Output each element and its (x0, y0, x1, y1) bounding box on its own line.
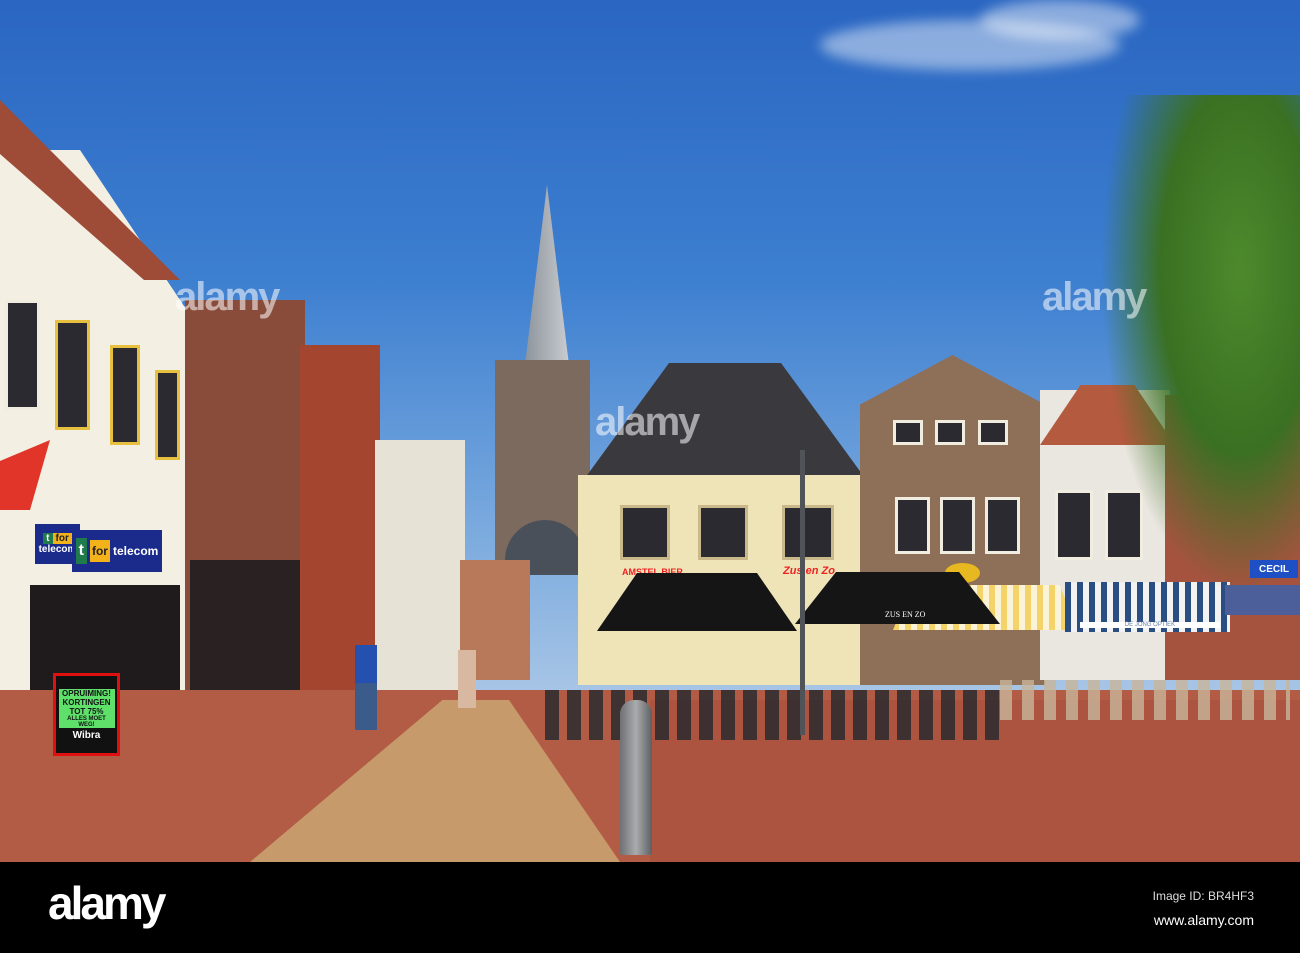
image-id: Image ID: BR4HF3 (1152, 889, 1254, 903)
window (935, 420, 965, 445)
optiek-sign: DE JONG OPTIEK (1080, 622, 1220, 628)
window (985, 497, 1020, 554)
window (55, 320, 90, 430)
sign-text: for (52, 533, 72, 544)
sign-text: telecom (38, 544, 77, 555)
cloud (980, 0, 1140, 40)
pedestrian (355, 645, 377, 730)
tree (1100, 95, 1300, 595)
window (1055, 490, 1093, 560)
sale-text: KORTINGEN (58, 697, 115, 707)
window (895, 497, 930, 554)
watermark: alamy (175, 275, 280, 319)
window (155, 370, 180, 460)
window (940, 497, 975, 554)
window (893, 420, 923, 445)
sign-text: for (89, 540, 110, 562)
window (978, 420, 1008, 445)
sign-text: telecom (112, 544, 159, 558)
terrace-chairs (545, 690, 1005, 740)
sale-text: TOT 75% (58, 706, 115, 716)
footer-bar: alamy Image ID: BR4HF3 www.alamy.com (0, 862, 1300, 953)
terrace-chairs-light (1000, 680, 1290, 720)
window (698, 505, 748, 560)
sign-text: t (75, 538, 87, 564)
zus-en-zo-sign: Zus en Zo (783, 565, 835, 577)
sale-text: OPRUIMING! (58, 688, 115, 698)
sale-board: OPRUIMING! KORTINGEN TOT 75% ALLES MOET … (53, 673, 120, 756)
bollard (620, 700, 652, 855)
shop-front-dark (190, 560, 300, 710)
window (620, 505, 670, 560)
window (5, 300, 40, 410)
window (782, 505, 834, 560)
cecil-sign: CECIL (1250, 560, 1298, 578)
lamp-post (800, 450, 805, 735)
window (110, 345, 140, 445)
watermark: alamy (1042, 275, 1147, 319)
sign-text: t (43, 533, 53, 544)
sale-text: ALLES MOET WEG! (58, 715, 115, 728)
wibra-logo: Wibra (72, 729, 101, 741)
watermark: alamy (595, 400, 700, 444)
alamy-logo: alamy (48, 877, 166, 929)
pedestrian (458, 650, 476, 708)
telecom-sign-large: t for telecom (72, 530, 162, 572)
umbrella-text: ZUS EN ZO (885, 610, 926, 619)
building-white-row (375, 440, 465, 690)
alamy-url[interactable]: www.alamy.com (1154, 912, 1254, 928)
